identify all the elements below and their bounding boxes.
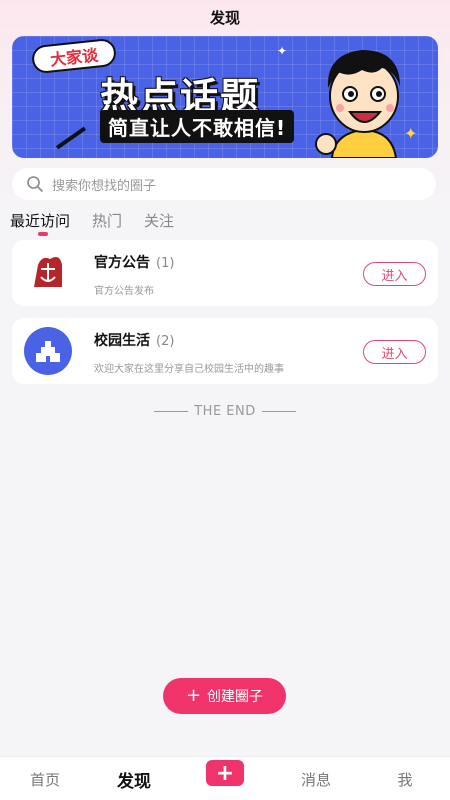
search-bar[interactable]: 搜索你想找的圈子 bbox=[12, 168, 436, 200]
circle-tabs: 最近访问 热门 关注 bbox=[10, 208, 196, 238]
circle-desc: 欢迎大家在这里分享自己校园生活中的趣事 bbox=[94, 364, 284, 375]
divider bbox=[154, 410, 189, 412]
end-of-list: THE END bbox=[0, 402, 450, 420]
plus-icon: + bbox=[185, 685, 202, 706]
circle-desc: 官方公告发布 bbox=[94, 286, 154, 297]
circle-name: 官方公告 (1) bbox=[94, 252, 174, 272]
end-text: THE END bbox=[194, 403, 256, 419]
divider bbox=[261, 410, 296, 412]
circle-card-campus-life[interactable]: 校园生活 (2) 欢迎大家在这里分享自己校园生活中的趣事 进入 bbox=[12, 318, 438, 384]
nav-publish-button[interactable]: + bbox=[206, 760, 244, 786]
circle-card-announcement[interactable]: 官方公告 (1) 官方公告发布 进入 bbox=[12, 240, 438, 306]
circle-name-text: 官方公告 bbox=[94, 255, 150, 271]
sparkle-icon: ✦ bbox=[277, 44, 288, 58]
tab-recent[interactable]: 最近访问 bbox=[10, 208, 70, 238]
page-title: 发现 bbox=[209, 8, 240, 27]
tab-follow[interactable]: 关注 bbox=[144, 208, 174, 238]
cartoon-boy-illustration bbox=[315, 50, 400, 158]
enter-button[interactable]: 进入 bbox=[363, 340, 426, 364]
campus-building-icon bbox=[24, 327, 72, 375]
enter-button[interactable]: 进入 bbox=[363, 262, 426, 286]
create-circle-label: 创建圈子 bbox=[207, 689, 264, 705]
circle-name: 校园生活 (2) bbox=[94, 330, 174, 350]
plus-icon: + bbox=[215, 760, 235, 786]
nav-home[interactable]: 首页 bbox=[15, 769, 75, 790]
discover-page: 发现 大家谈 热点话题 简直让人不敢相信! ✦ ✦ 搜索你想找的圈子 最近访问 … bbox=[0, 0, 450, 800]
banner-deco-stroke bbox=[55, 126, 87, 150]
circle-count: (1) bbox=[156, 256, 175, 271]
create-circle-button[interactable]: + 创建圈子 bbox=[163, 678, 286, 714]
nav-messages[interactable]: 消息 bbox=[286, 769, 346, 790]
nav-discover[interactable]: 发现 bbox=[104, 767, 164, 792]
tab-label: 最近访问 bbox=[10, 212, 71, 230]
header: 发现 bbox=[0, 0, 450, 34]
school-seal-icon bbox=[24, 249, 72, 297]
tab-label: 关注 bbox=[144, 212, 175, 230]
banner-subline: 简直让人不敢相信! bbox=[100, 110, 295, 143]
bottom-nav: 首页 发现 + 消息 我 bbox=[0, 756, 450, 800]
tab-hot[interactable]: 热门 bbox=[92, 208, 122, 238]
search-placeholder: 搜索你想找的圈子 bbox=[52, 178, 157, 194]
hot-topic-banner[interactable]: 大家谈 热点话题 简直让人不敢相信! ✦ ✦ bbox=[12, 36, 438, 158]
circle-name-text: 校园生活 bbox=[94, 333, 150, 349]
active-tab-indicator bbox=[38, 232, 48, 236]
nav-me[interactable]: 我 bbox=[375, 769, 435, 790]
tab-label: 热门 bbox=[92, 212, 123, 230]
circle-count: (2) bbox=[156, 334, 175, 349]
search-icon bbox=[27, 176, 43, 192]
